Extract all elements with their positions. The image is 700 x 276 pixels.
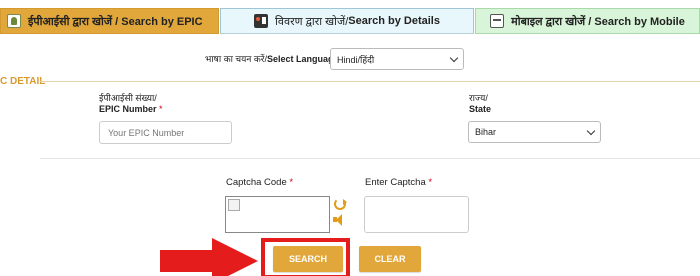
form-divider — [40, 158, 700, 159]
epic-number-label: ईपीआईसी संख्या/ EPIC Number * — [99, 93, 163, 115]
epic-card-icon — [7, 14, 21, 28]
captcha-input[interactable] — [364, 196, 469, 233]
tab-search-by-details[interactable]: विवरण द्वारा खोजें/ Search by Details — [220, 8, 474, 34]
chevron-down-icon — [449, 53, 459, 63]
enter-captcha-label-text: Enter Captcha — [365, 177, 426, 188]
captcha-image — [225, 196, 330, 233]
language-selected-value: Hindi/हिंदी — [337, 54, 375, 65]
epic-label-hi: ईपीआईसी संख्या/ — [99, 93, 157, 103]
required-marker: * — [159, 104, 163, 114]
state-label-en: State — [469, 104, 492, 114]
language-label: भाषा का चयन करें/Select Language — [205, 52, 339, 65]
red-arrow-icon — [160, 238, 258, 276]
enter-captcha-label: Enter Captcha * — [365, 177, 432, 188]
clear-button[interactable]: CLEAR — [359, 246, 421, 272]
captcha-code-label: Captcha Code * — [226, 177, 293, 188]
epic-number-input[interactable] — [99, 121, 232, 144]
section-title: C DETAIL — [0, 76, 46, 87]
state-select[interactable]: Bihar — [468, 121, 601, 143]
tab-details-label-en: Search by Details — [348, 15, 440, 27]
tab-mobile-label: मोबाइल द्वारा खोजें / Search by Mobile — [511, 15, 685, 28]
tab-search-by-mobile[interactable]: मोबाइल द्वारा खोजें / Search by Mobile — [475, 8, 700, 34]
tab-epic-label: ईपीआईसी द्वारा खोजें / Search by EPIC — [28, 15, 203, 28]
section-divider — [40, 81, 700, 82]
tab-details-label-hi: विवरण द्वारा खोजें/ — [275, 15, 349, 28]
language-label-hi: भाषा का चयन करें/ — [205, 54, 267, 64]
tab-search-by-epic[interactable]: ईपीआईसी द्वारा खोजें / Search by EPIC — [0, 8, 219, 34]
audio-captcha-icon[interactable] — [333, 214, 347, 226]
required-marker: * — [289, 177, 294, 188]
captcha-label-text: Captcha Code — [226, 177, 287, 188]
state-label: राज्य/ State — [469, 93, 491, 115]
refresh-captcha-icon[interactable] — [334, 198, 347, 210]
required-marker: * — [428, 177, 433, 188]
mobile-icon — [490, 14, 505, 28]
language-select[interactable]: Hindi/हिंदी — [330, 48, 464, 70]
search-button[interactable]: SEARCH — [273, 246, 343, 272]
chevron-down-icon — [586, 126, 596, 136]
search-tabs: ईपीआईसी द्वारा खोजें / Search by EPIC वि… — [0, 0, 700, 34]
epic-label-en: EPIC Number — [99, 104, 157, 114]
state-selected-value: Bihar — [475, 127, 497, 137]
state-label-hi: राज्य/ — [469, 93, 488, 103]
details-icon — [254, 14, 269, 28]
language-label-en: Select Language — [266, 54, 339, 64]
